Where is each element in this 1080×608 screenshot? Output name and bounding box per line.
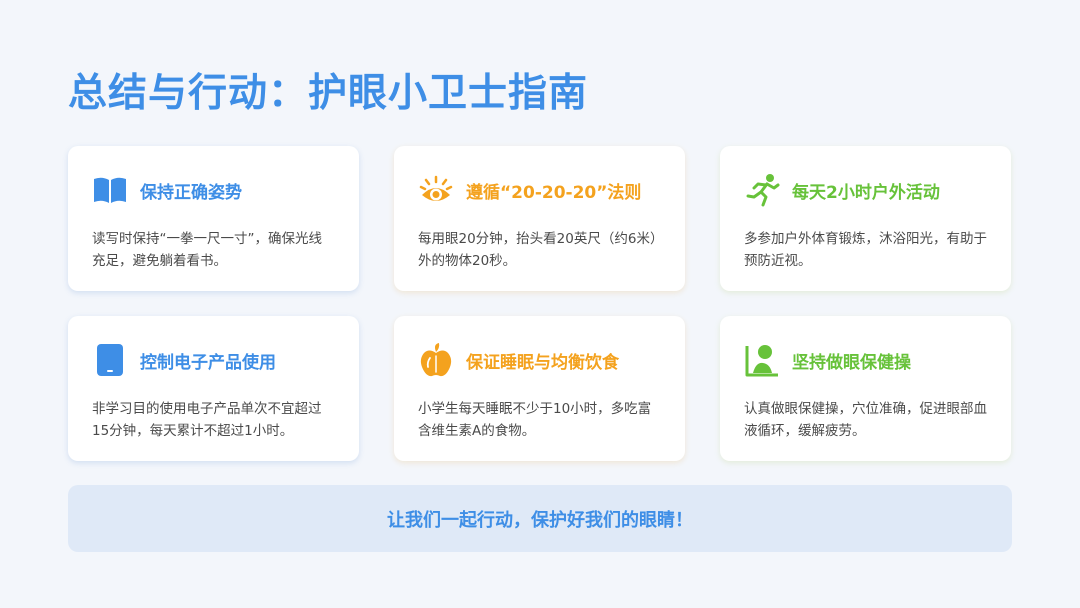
card-text: 小学生每天睡眠不少于10小时，多吃富含维生素A的食物。 <box>418 401 652 439</box>
card-title: 坚持做眼保健操 <box>792 352 911 373</box>
banner-text: 让我们一起行动，保护好我们的眼睛！ <box>387 509 693 531</box>
card-electronic-devices: 控制电子产品使用 非学习目的使用电子产品单次不宜超过15分钟，每天累计不超过1小… <box>68 316 359 461</box>
eye-exercise-icon <box>744 342 780 378</box>
card-20-20-20-rule: 遵循“20-20-20”法则 每用眼20分钟，抬头看20英尺（约6米）外的物体2… <box>394 146 685 291</box>
card-outdoor-activity: 每天2小时户外活动 多参加户外体育锻炼，沐浴阳光，有助于预防近视。 <box>720 146 1011 291</box>
running-person-icon <box>744 172 780 208</box>
card-text: 读写时保持“一拳一尺一寸”，确保光线充足，避免躺着看书。 <box>92 231 322 269</box>
tablet-icon <box>92 342 128 378</box>
card-text: 认真做眼保健操，穴位准确，促进眼部血液循环，缓解疲劳。 <box>744 401 987 439</box>
card-title: 保持正确姿势 <box>140 182 242 203</box>
card-text: 多参加户外体育锻炼，沐浴阳光，有助于预防近视。 <box>744 231 987 269</box>
call-to-action-banner: 让我们一起行动，保护好我们的眼睛！ <box>68 485 1012 552</box>
card-text: 每用眼20分钟，抬头看20英尺（约6米）外的物体20秒。 <box>418 231 657 269</box>
card-title: 保证睡眠与均衡饮食 <box>466 352 619 373</box>
apple-icon <box>418 342 454 378</box>
card-title: 控制电子产品使用 <box>140 352 276 373</box>
card-title: 每天2小时户外活动 <box>792 182 940 203</box>
card-sleep-and-diet: 保证睡眠与均衡饮食 小学生每天睡眠不少于10小时，多吃富含维生素A的食物。 <box>394 316 685 461</box>
card-eye-exercises: 坚持做眼保健操 认真做眼保健操，穴位准确，促进眼部血液循环，缓解疲劳。 <box>720 316 1011 461</box>
card-title: 遵循“20-20-20”法则 <box>466 182 642 203</box>
open-book-icon <box>92 172 128 208</box>
eye-icon <box>418 172 454 208</box>
card-text: 非学习目的使用电子产品单次不宜超过15分钟，每天累计不超过1小时。 <box>92 401 322 439</box>
card-correct-posture: 保持正确姿势 读写时保持“一拳一尺一寸”，确保光线充足，避免躺着看书。 <box>68 146 359 291</box>
page-title: 总结与行动：护眼小卫士指南 <box>68 71 589 116</box>
